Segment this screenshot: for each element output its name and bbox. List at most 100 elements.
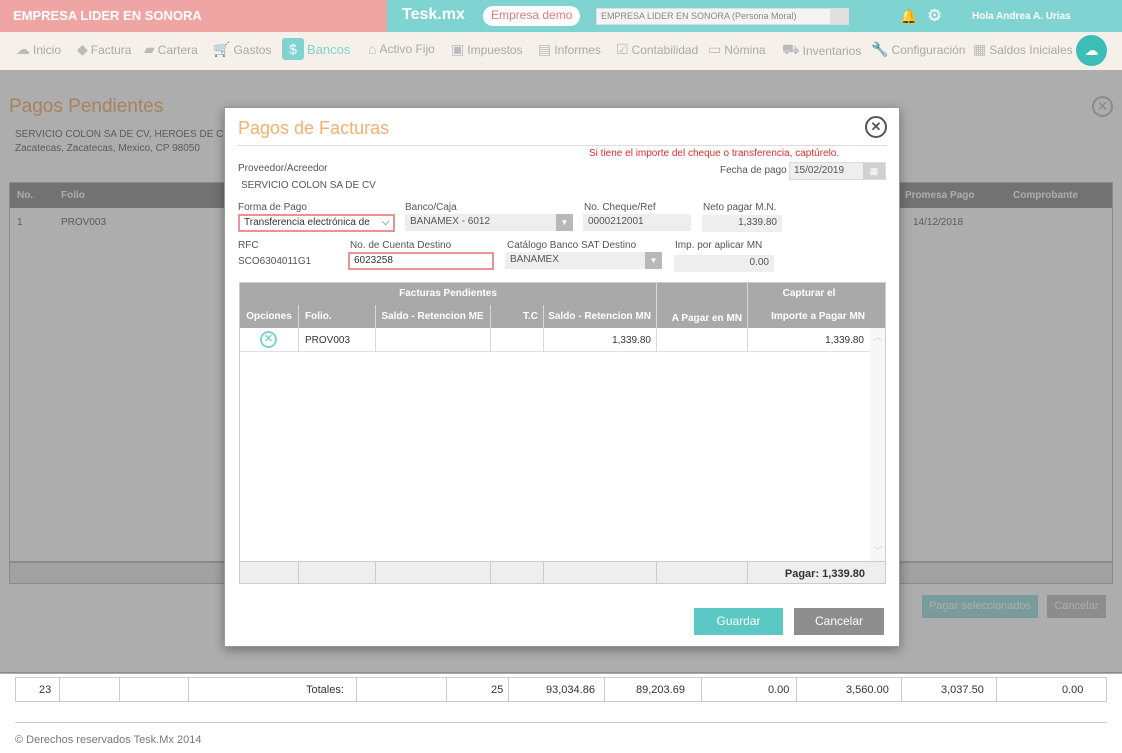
row-importe[interactable]: 1,339.80 — [747, 335, 864, 346]
nav-item-saldos-iniciales[interactable]: ▦ Saldos Iniciales — [973, 41, 1073, 58]
modal-title: Pagos de Facturas — [238, 118, 390, 138]
totals-label: Totales: — [306, 684, 344, 696]
dolly-icon: ⛟ — [782, 41, 800, 57]
cloud-sync-button[interactable]: ☁ — [1076, 35, 1107, 66]
top-bar: EMPRESA LIDER EN SONORA Tesk.mx Empresa … — [0, 0, 1122, 32]
demo-badge[interactable]: Empresa demo — [483, 6, 581, 26]
tag-icon: ◆ — [77, 41, 88, 57]
header-tc: T.C — [523, 311, 538, 322]
footer-divider — [15, 722, 1107, 723]
nav-item-impuestos[interactable]: ▣ Impuestos — [451, 41, 523, 58]
header-opciones: Opciones — [246, 311, 292, 322]
chevron-down-icon — [830, 9, 848, 24]
cart-icon: 🛒 — [213, 41, 231, 57]
sat-value: BANAMEX — [510, 254, 559, 265]
chevron-up-icon[interactable]: ︿ — [873, 330, 882, 343]
proveedor-value: SERVICIO COLON SA DE CV — [241, 180, 376, 191]
company-select[interactable]: EMPRESA LIDER EN SONORA (Persona Moral) — [596, 8, 849, 25]
grid-column-header: Opciones Folio. Saldo - Retencion ME T.C… — [240, 305, 870, 328]
header-saldo-mn: Saldo - Retencion MN — [548, 311, 651, 322]
file-check-icon: ▦ — [973, 41, 987, 57]
payment-date-field[interactable]: 15/02/2019 ▦ — [789, 162, 886, 180]
neto-label: Neto pagar M.N. — [703, 202, 777, 213]
totals-row: 23 Totales: 25 93,034.86 89,203.69 0.00 … — [15, 677, 1107, 702]
modal-divider — [237, 145, 887, 146]
amount-warning: Si tiene el importe del cheque o transfe… — [589, 148, 840, 159]
wallet-icon: ▰ — [144, 41, 155, 57]
cancel-button[interactable]: Cancelar — [794, 608, 884, 635]
company-select-value: EMPRESA LIDER EN SONORA (Persona Moral) — [601, 11, 797, 21]
gear-icon[interactable]: ⚙ — [927, 6, 942, 26]
chevron-down-icon[interactable]: ﹀ — [873, 544, 882, 557]
header-importe: Importe a Pagar MN — [771, 311, 865, 322]
neto-value: 1,339.80 — [702, 215, 782, 232]
nav-item-cartera[interactable]: ▰ Cartera — [144, 41, 198, 58]
nav-item-factura[interactable]: ◆ Factura — [77, 41, 131, 58]
bank-icon: $ — [282, 38, 304, 60]
cuenta-label: No. de Cuenta Destino — [350, 240, 452, 251]
banco-value: BANAMEX - 6012 — [410, 216, 491, 227]
cloud-icon: ☁ — [16, 41, 30, 57]
bell-icon[interactable]: 🔔 — [900, 8, 917, 25]
document-icon: ▤ — [538, 41, 552, 57]
nav-item-configuracion[interactable]: 🔧 Configuración — [871, 41, 965, 58]
grid-scrollbar[interactable]: ︿ ﹀ — [870, 328, 885, 561]
totals-qty: 25 — [491, 684, 504, 696]
cuenta-destino-input[interactable]: 6023258 — [348, 252, 494, 270]
fecha-label: Fecha de pago — [720, 165, 787, 176]
remove-row-icon[interactable]: ✕ — [260, 331, 277, 348]
header-a-pagar: A Pagar en MN — [671, 313, 742, 324]
footer-copyright: © Derechos reservados Tesk.Mx 2014 — [15, 734, 202, 746]
sat-label: Catálogo Banco SAT Destino — [507, 240, 637, 251]
header-folio: Folio. — [305, 311, 332, 322]
totals-v2: 89,203.69 — [636, 684, 685, 696]
banco-select[interactable]: BANAMEX - 6012 ▼ — [405, 214, 573, 231]
payment-date-value: 15/02/2019 — [794, 165, 845, 176]
main-nav: ☁ Inicio ◆ Factura ▰ Cartera 🛒 Gastos $ Banco… — [0, 32, 1122, 70]
nav-item-inventarios[interactable]: ⛟ Inventarios — [782, 41, 861, 60]
banco-label: Banco/Caja — [405, 202, 457, 213]
nav-item-nomina[interactable]: ▭ Nómina — [708, 41, 766, 58]
nav-item-activo-fijo[interactable]: ⌂ Activo Fijo — [368, 41, 435, 57]
briefcase-icon: ▣ — [451, 41, 465, 57]
forma-pago-select[interactable]: Transferencia electrónica de ⌵ — [238, 214, 395, 232]
wrench-icon: 🔧 — [871, 41, 889, 57]
chevron-down-icon: ⌵ — [381, 217, 390, 228]
imp-label: Imp. por aplicar MN — [675, 240, 763, 251]
sat-select[interactable]: BANAMEX ▼ — [505, 252, 662, 269]
row-folio: PROV003 — [305, 335, 351, 346]
company-title: EMPRESA LIDER EN SONORA — [0, 0, 387, 32]
grid-group-header: Facturas Pendientes Capturar el — [240, 283, 870, 305]
group-pending: Facturas Pendientes — [399, 288, 497, 299]
home-icon: ⌂ — [368, 41, 377, 57]
chevron-down-icon: ▼ — [556, 214, 573, 231]
calendar-icon[interactable]: ▦ — [863, 163, 885, 179]
rfc-label: RFC — [238, 240, 259, 251]
payment-modal: Pagos de Facturas ✕ Si tiene el importe … — [224, 107, 900, 647]
rfc-value: SCO6304011G1 — [238, 256, 312, 267]
save-button[interactable]: Guardar — [694, 608, 783, 635]
nav-item-inicio[interactable]: ☁ Inicio — [16, 41, 61, 58]
proveedor-label: Proveedor/Acreedor — [238, 163, 328, 174]
header-saldo-me: Saldo - Retencion ME — [381, 311, 484, 322]
invoices-grid: Facturas Pendientes Capturar el Opciones… — [239, 282, 886, 584]
nav-item-bancos[interactable]: $ Bancos — [282, 38, 350, 60]
nav-item-contabilidad[interactable]: ☑ Contabilidad — [616, 41, 698, 58]
user-greeting[interactable]: Hola Andrea A. Urias — [972, 11, 1071, 22]
totals-v3: 0.00 — [768, 684, 790, 696]
close-icon[interactable]: ✕ — [865, 116, 887, 138]
totals-v4: 3,560.00 — [846, 684, 889, 696]
grid-footer: Pagar: 1,339.80 — [240, 561, 885, 584]
top-bar-right: Tesk.mx Empresa demo EMPRESA LIDER EN SO… — [387, 0, 1122, 32]
row-saldo-mn: 1,339.80 — [612, 335, 651, 346]
checklist-icon: ☑ — [616, 41, 629, 57]
totals-v5: 3,037.50 — [941, 684, 984, 696]
group-capture: Capturar el — [782, 288, 836, 299]
totals-v6: 0.00 — [1062, 684, 1084, 696]
imp-value: 0.00 — [674, 255, 774, 272]
cheque-input[interactable]: 0000212001 — [583, 214, 691, 231]
nav-item-gastos[interactable]: 🛒 Gastos — [213, 41, 271, 58]
nav-item-informes[interactable]: ▤ Informes — [538, 41, 601, 58]
app-logo[interactable]: Tesk.mx — [402, 6, 465, 24]
totals-count: 23 — [39, 684, 52, 696]
